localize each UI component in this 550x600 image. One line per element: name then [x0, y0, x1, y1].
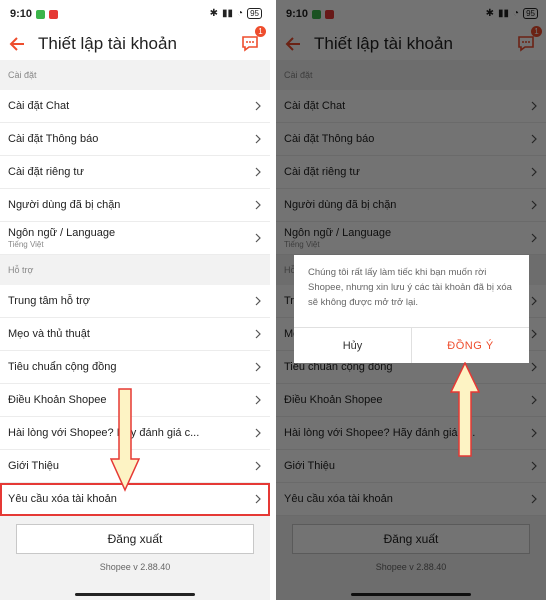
chevron-right-icon: [255, 101, 261, 111]
settings-item-chat[interactable]: Cài đặt Chat: [0, 90, 270, 123]
item-label: Cài đặt Chat: [8, 100, 70, 112]
chevron-right-icon: [255, 200, 261, 210]
item-label: Yêu cầu xóa tài khoản: [8, 493, 117, 505]
chevron-right-icon: [255, 134, 261, 144]
chevron-right-icon: [255, 395, 261, 405]
settings-item-language[interactable]: Ngôn ngữ / LanguageTiếng Việt: [0, 222, 270, 255]
system-icons: ✱ ▮▮ ◔ 95: [210, 8, 262, 19]
item-label: Cài đặt riêng tư: [8, 166, 84, 178]
status-bar: 9:10 ✱ ▮▮ ◔ 95: [0, 0, 270, 28]
chevron-right-icon: [255, 494, 261, 504]
signal-icon: ▮▮: [222, 8, 234, 19]
battery-icon: 95: [247, 8, 262, 19]
chevron-right-icon: [255, 167, 261, 177]
support-item-help-center[interactable]: Trung tâm hỗ trợ: [0, 285, 270, 318]
left-screen: 9:10 ✱ ▮▮ ◔ 95 Thiết lập tài khoản 1 Cài…: [0, 0, 270, 600]
item-label: Hài lòng với Shopee? Hãy đánh giá c...: [8, 427, 200, 439]
settings-item-notifications[interactable]: Cài đặt Thông báo: [0, 123, 270, 156]
logout-area: Đăng xuất Shopee v 2.88.40: [0, 516, 270, 580]
item-label: Người dùng đã bị chặn: [8, 199, 121, 211]
chevron-right-icon: [255, 461, 261, 471]
app-bar: Thiết lập tài khoản 1: [0, 26, 270, 60]
dialog-buttons: Hủy ĐỒNG Ý: [294, 327, 529, 363]
chat-badge: 1: [255, 26, 266, 37]
support-item-community-standards[interactable]: Tiêu chuẩn cộng đồng: [0, 351, 270, 384]
chevron-right-icon: [255, 233, 261, 243]
back-arrow-icon[interactable]: [8, 35, 26, 53]
section-header-support: Hỗ trợ: [0, 255, 270, 285]
chevron-right-icon: [255, 362, 261, 372]
item-label: Ngôn ngữ / Language: [8, 227, 116, 239]
page-title: Thiết lập tài khoản: [38, 34, 177, 53]
chevron-right-icon: [255, 329, 261, 339]
dialog-message: Chúng tôi rất lấy làm tiếc khi bạn muốn …: [308, 267, 512, 308]
down-arrow-annotation: [110, 388, 140, 492]
gesture-bar[interactable]: [75, 593, 195, 596]
support-item-tips[interactable]: Mẹo và thủ thuật: [0, 318, 270, 351]
item-label: Điều Khoản Shopee: [8, 394, 107, 406]
up-arrow-annotation: [450, 362, 480, 457]
bluetooth-icon: ✱: [209, 8, 219, 19]
status-time: 9:10: [10, 8, 33, 20]
section-header-settings: Cài đặt: [0, 60, 270, 90]
item-sublabel: Tiếng Việt: [8, 240, 44, 249]
chevron-right-icon: [255, 428, 261, 438]
item-label: Mẹo và thủ thuật: [8, 328, 90, 340]
notification-icon: [49, 9, 59, 19]
wifi-icon: ◔: [237, 8, 244, 19]
item-label: Tiêu chuẩn cộng đồng: [8, 361, 117, 373]
message-icon: [36, 9, 46, 19]
right-screen: 9:10 ✱ ▮▮ ◔ 95 Thiết lập tài khoản 1 Cài…: [276, 0, 546, 600]
delete-account-dialog: Chúng tôi rất lấy làm tiếc khi bạn muốn …: [294, 255, 529, 363]
confirm-button[interactable]: ĐỒNG Ý: [412, 328, 529, 363]
settings-item-blocked-users[interactable]: Người dùng đã bị chặn: [0, 189, 270, 222]
item-label: Cài đặt Thông báo: [8, 133, 99, 145]
chevron-right-icon: [255, 296, 261, 306]
settings-item-privacy[interactable]: Cài đặt riêng tư: [0, 156, 270, 189]
item-label: Giới Thiệu: [8, 460, 60, 472]
cancel-button[interactable]: Hủy: [294, 328, 412, 363]
app-version: Shopee v 2.88.40: [99, 562, 171, 572]
logout-button[interactable]: Đăng xuất: [16, 524, 254, 554]
item-label: Trung tâm hỗ trợ: [8, 295, 91, 307]
tutorial-composite: 9:10 ✱ ▮▮ ◔ 95 Thiết lập tài khoản 1 Cài…: [0, 0, 550, 600]
